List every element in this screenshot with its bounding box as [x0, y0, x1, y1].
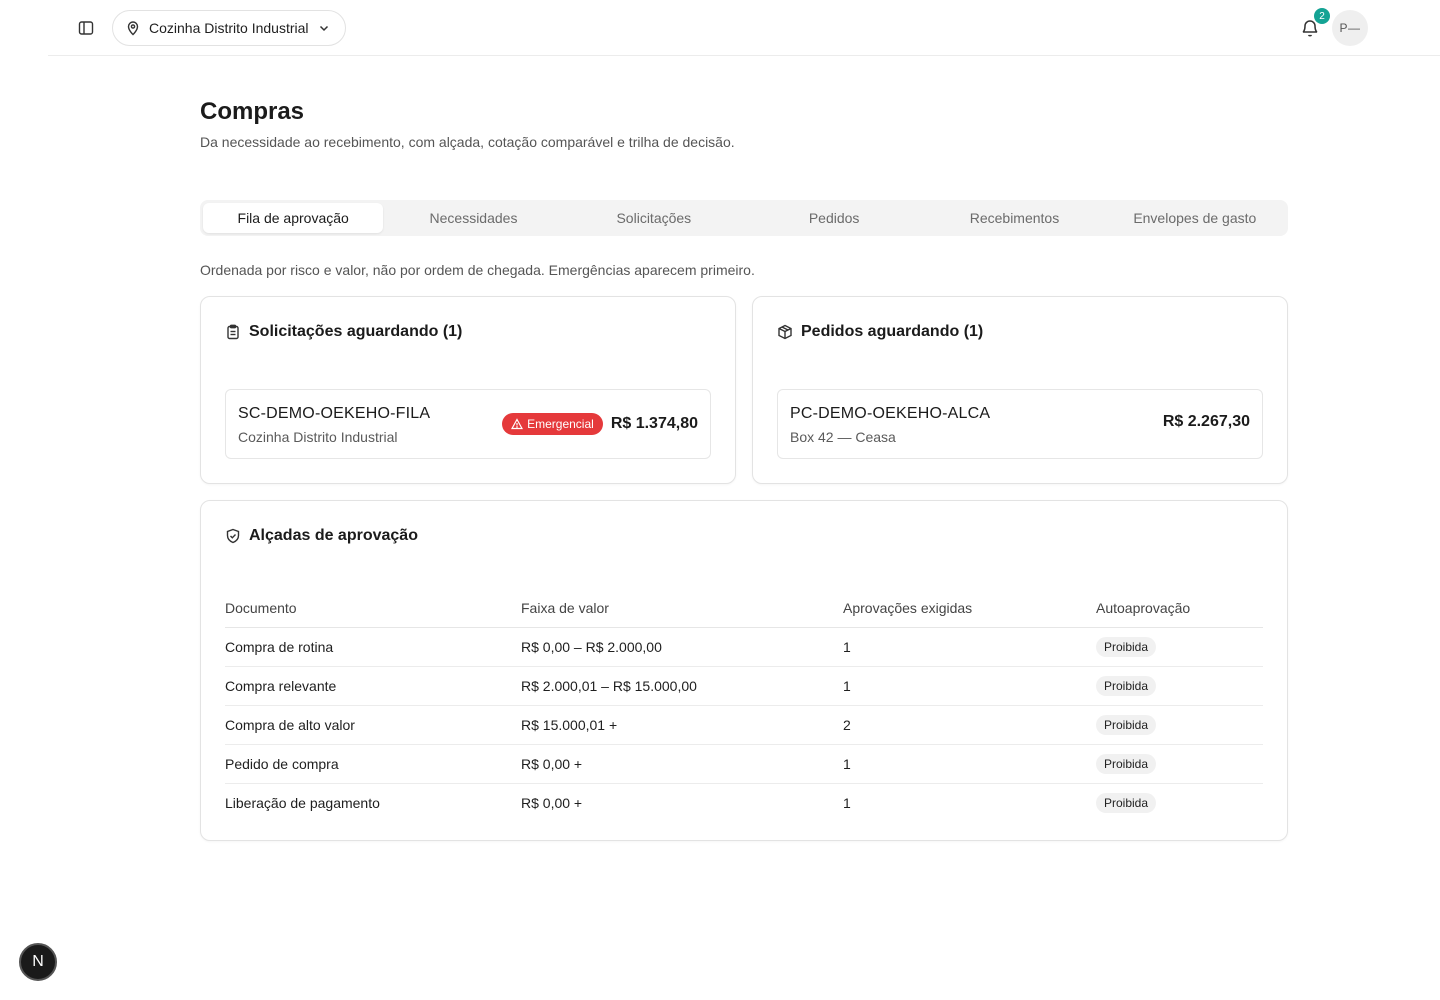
approval-limits-title-text: Alçadas de aprovação — [249, 527, 418, 544]
column-header-autoaprovacao: Autoaprovação — [1096, 589, 1263, 628]
order-meta: R$ 2.267,30 — [1163, 413, 1250, 431]
table-row: Pedido de compra R$ 0,00 + 1 Proibida — [225, 744, 1263, 784]
table-row: Compra relevante R$ 2.000,01 – R$ 15.000… — [225, 666, 1263, 706]
tab-necessidades[interactable]: Necessidades — [383, 203, 563, 233]
cell-approvals: 1 — [843, 666, 1096, 706]
notification-count-badge: 2 — [1314, 8, 1330, 24]
tab-envelopes-de-gasto[interactable]: Envelopes de gasto — [1105, 203, 1285, 233]
cell-auto: Proibida — [1096, 627, 1263, 667]
pending-requests-title: Solicitações aguardando (1) — [225, 323, 462, 341]
cell-document: Compra de rotina — [225, 627, 521, 667]
pending-orders-card: Pedidos aguardando (1) PC-DEMO-OEKEHO-AL… — [752, 296, 1288, 484]
chevron-down-icon — [319, 25, 328, 32]
package-icon — [778, 324, 792, 340]
pending-requests-card: Solicitações aguardando (1) SC-DEMO-OEKE… — [200, 296, 736, 484]
page-title: Compras — [200, 98, 305, 125]
auto-approval-chip: Proibida — [1096, 792, 1157, 813]
request-meta: Emergencial R$ 1.374,80 — [502, 413, 698, 435]
clipboard-icon — [227, 324, 239, 340]
cell-document: Compra relevante — [225, 666, 521, 706]
order-item[interactable]: PC-DEMO-OEKEHO-ALCA Box 42 — Ceasa R$ 2.… — [777, 389, 1263, 459]
dev-tools-button[interactable]: N — [19, 943, 57, 981]
sidebar-toggle-icon — [78, 21, 94, 35]
order-code: PC-DEMO-OEKEHO-ALCA — [790, 405, 991, 422]
column-header-documento: Documento — [225, 589, 521, 628]
sidebar-toggle-button[interactable] — [76, 18, 96, 38]
location-label: Cozinha Distrito Industrial — [149, 20, 309, 36]
table-row: Compra de alto valor R$ 15.000,01 + 2 Pr… — [225, 705, 1263, 745]
cell-auto: Proibida — [1096, 705, 1263, 745]
emergency-badge: Emergencial — [502, 413, 603, 435]
table-header-row: Documento Faixa de valor Aprovações exig… — [225, 589, 1263, 628]
page-subtitle: Da necessidade ao recebimento, com alçad… — [200, 134, 735, 150]
cell-document: Pedido de compra — [225, 744, 521, 784]
top-bar: Cozinha Distrito Industrial — [48, 0, 1440, 56]
cell-approvals: 2 — [843, 705, 1096, 745]
tab-pedidos[interactable]: Pedidos — [744, 203, 924, 233]
cell-auto: Proibida — [1096, 744, 1263, 784]
cell-range: R$ 0,00 – R$ 2.000,00 — [521, 627, 843, 667]
cell-approvals: 1 — [843, 744, 1096, 784]
request-location: Cozinha Distrito Industrial — [238, 429, 398, 445]
cell-range: R$ 0,00 + — [521, 794, 583, 811]
tab-fila-de-aprovacao[interactable]: Fila de aprovação — [203, 203, 384, 233]
cell-approvals: 1 — [843, 627, 1096, 667]
pending-orders-title-text: Pedidos aguardando (1) — [801, 323, 984, 340]
request-item[interactable]: SC-DEMO-OEKEHO-FILA Cozinha Distrito Ind… — [225, 389, 711, 459]
cell-document: Liberação de pagamento — [225, 794, 380, 811]
cell-auto: Proibida — [1096, 783, 1263, 822]
cell-document: Compra de alto valor — [225, 705, 521, 745]
alert-triangle-icon — [511, 418, 524, 430]
table-row: Liberação de pagamento R$ 0,00 + 1 Proib… — [225, 783, 1263, 822]
order-supplier: Box 42 — Ceasa — [790, 429, 896, 445]
queue-note: Ordenada por risco e valor, não por orde… — [200, 262, 755, 278]
request-amount: R$ 1.374,80 — [610, 415, 698, 432]
approval-limits-table: Documento Faixa de valor Aprovações exig… — [225, 589, 1263, 822]
column-header-aprovacoes: Aprovações exigidas — [843, 589, 1096, 628]
request-code: SC-DEMO-OEKEHO-FILA — [238, 405, 431, 422]
user-avatar[interactable]: P— — [1332, 10, 1368, 46]
auto-approval-chip: Proibida — [1096, 636, 1157, 657]
auto-approval-chip: Proibida — [1096, 753, 1157, 774]
auto-approval-chip: Proibida — [1096, 675, 1157, 696]
emergency-badge-label: Emergencial — [527, 417, 594, 431]
tabs-bar: Fila de aprovação Necessidades Solicitaç… — [200, 200, 1288, 236]
table-row: Compra de rotina R$ 0,00 – R$ 2.000,00 1… — [225, 627, 1263, 667]
pending-orders-title: Pedidos aguardando (1) — [777, 323, 983, 341]
main-content: Compras Da necessidade ao recebimento, c… — [200, 96, 1288, 841]
cell-range: R$ 15.000,01 + — [521, 705, 843, 745]
shield-check-icon — [226, 528, 240, 544]
column-header-faixa: Faixa de valor — [521, 589, 843, 628]
cell-range: R$ 2.000,01 – R$ 15.000,00 — [521, 666, 843, 706]
pending-requests-title-text: Solicitações aguardando (1) — [249, 323, 463, 340]
approval-limits-title: Alçadas de aprovação — [225, 527, 418, 545]
approval-limits-card: Alçadas de aprovação Documento Faixa de … — [200, 500, 1288, 841]
tab-recebimentos[interactable]: Recebimentos — [924, 203, 1104, 233]
location-selector[interactable]: Cozinha Distrito Industrial — [112, 10, 346, 46]
map-pin-icon — [127, 21, 139, 36]
tab-solicitacoes[interactable]: Solicitações — [564, 203, 744, 233]
cell-range: R$ 0,00 + — [521, 744, 843, 784]
auto-approval-chip: Proibida — [1096, 714, 1157, 735]
order-amount: R$ 2.267,30 — [1162, 413, 1250, 430]
cell-auto: Proibida — [1096, 666, 1263, 706]
cell-approvals: 1 — [843, 794, 851, 811]
